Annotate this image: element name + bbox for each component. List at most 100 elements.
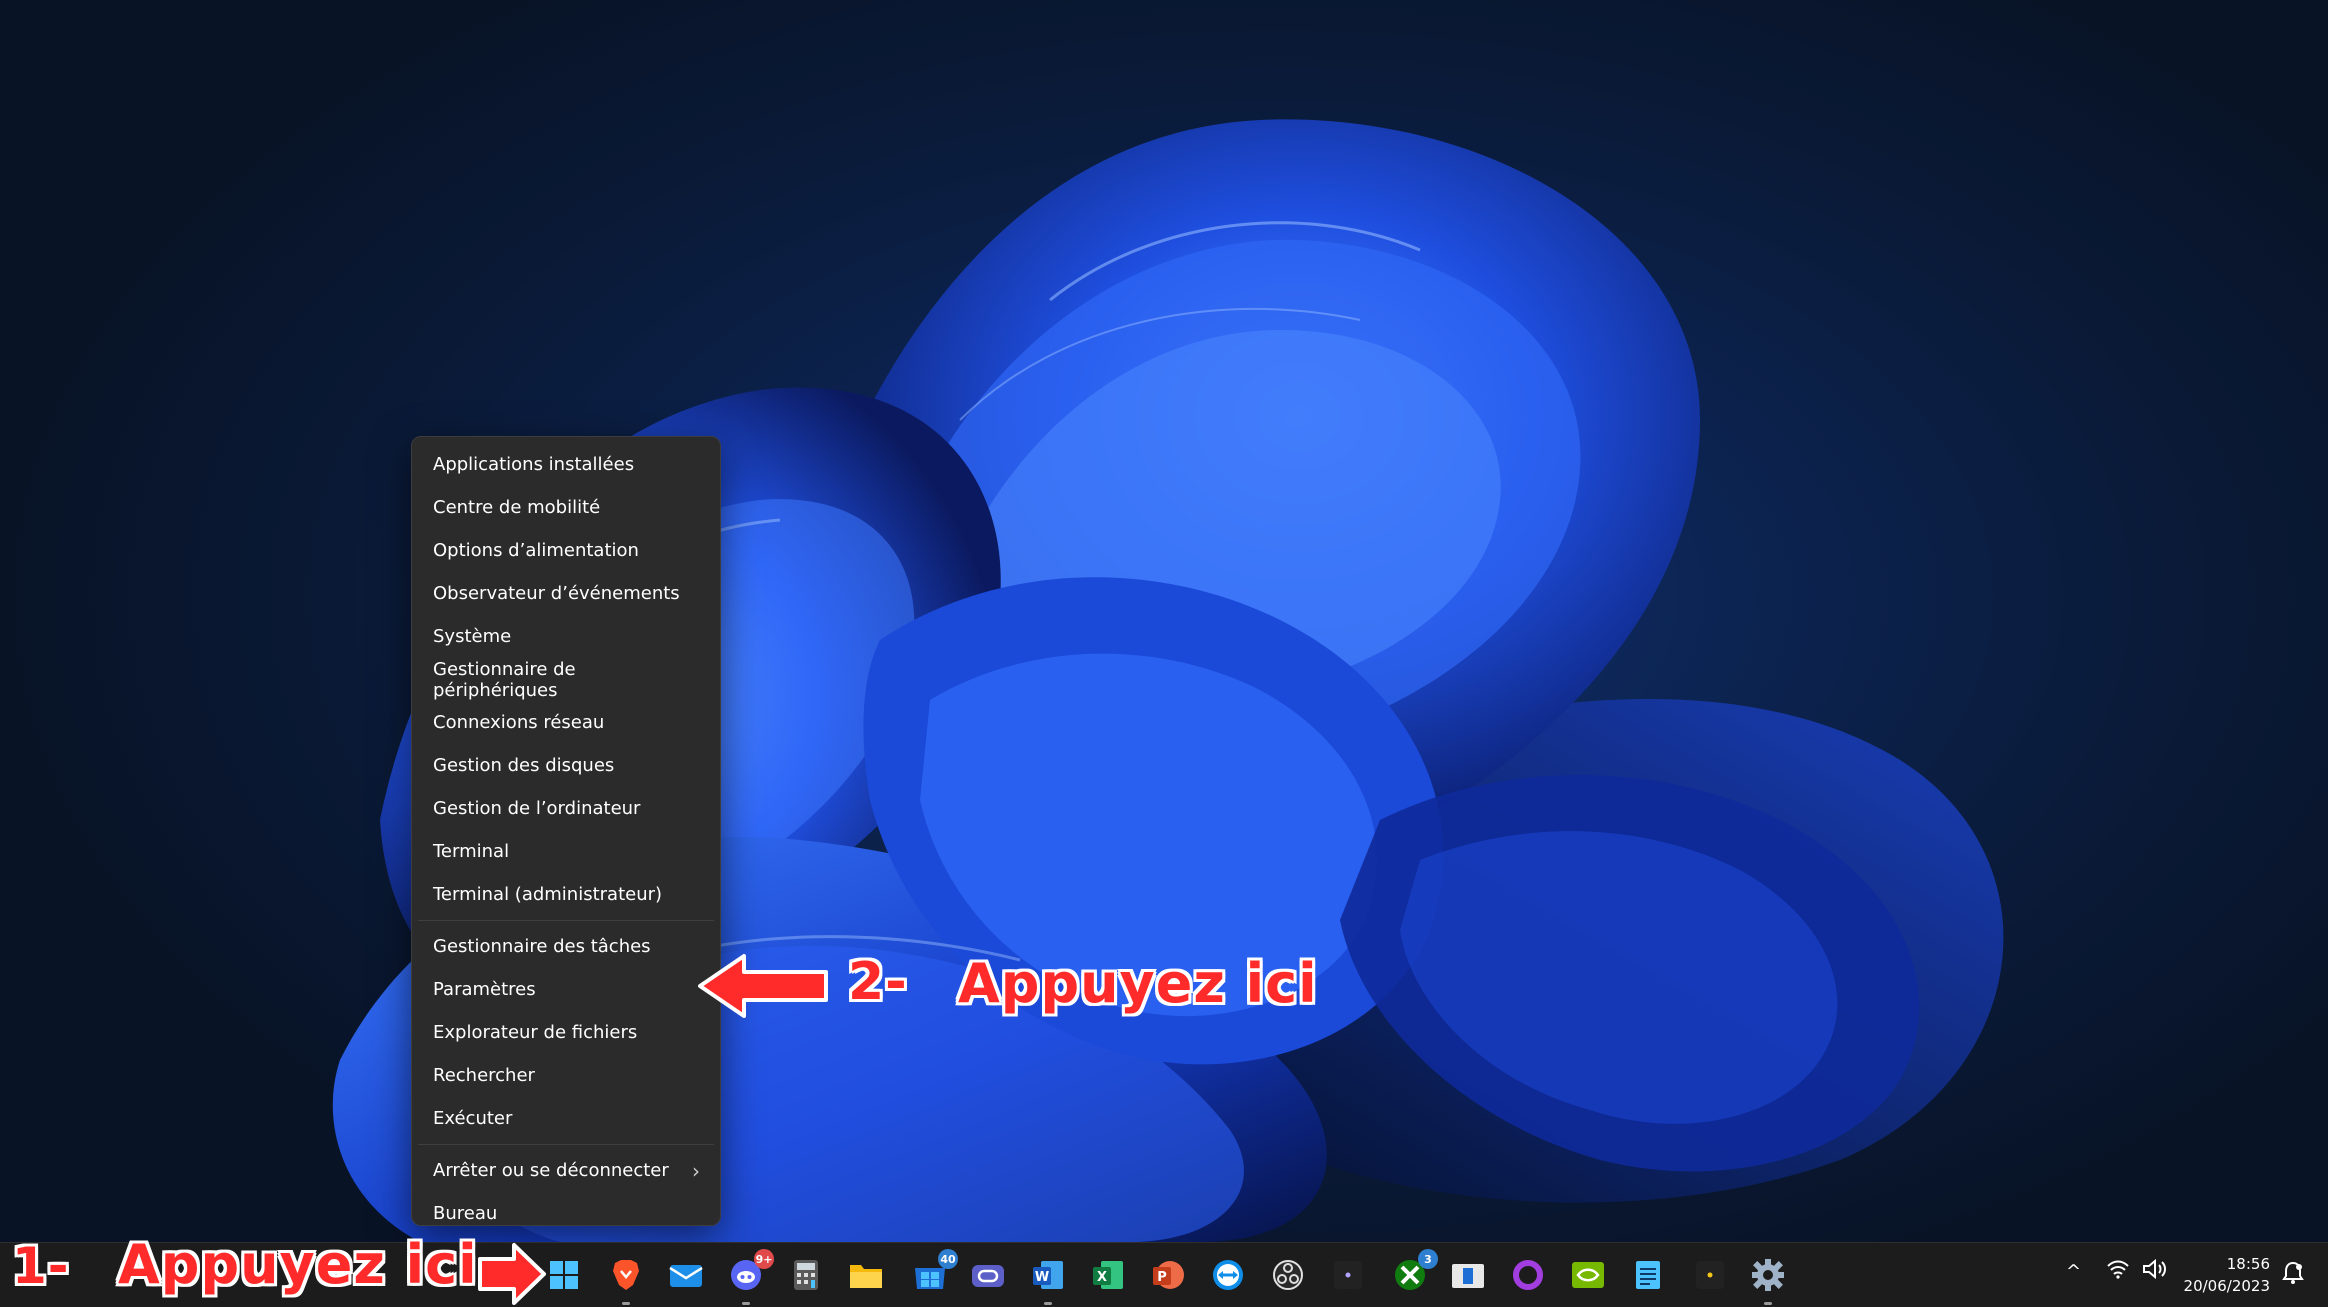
menu-item-label: Gestion de l’ordinateur xyxy=(433,798,641,819)
teamviewer-icon[interactable] xyxy=(1208,1255,1248,1295)
purple-ring-icon xyxy=(1513,1260,1543,1290)
menu-item-label: Terminal (administrateur) xyxy=(433,884,663,905)
show-hidden-icons-chevron-icon[interactable]: ^ xyxy=(2066,1261,2081,1282)
notification-badge: 40 xyxy=(938,1249,958,1269)
microsoft-store-icon[interactable]: 40 xyxy=(910,1249,958,1295)
obs-logo-icon xyxy=(1273,1260,1303,1290)
obs-icon[interactable] xyxy=(1268,1255,1308,1295)
menu-item-terminal-admin[interactable]: Terminal (administrateur) xyxy=(412,873,720,916)
mail-icon[interactable] xyxy=(666,1255,706,1295)
menu-item-file-explorer[interactable]: Explorateur de fichiers xyxy=(412,1011,720,1054)
small-dot-icon[interactable] xyxy=(1328,1255,1368,1295)
wifi-icon[interactable] xyxy=(2106,1259,2130,1284)
notepad-glyph-icon xyxy=(1636,1261,1660,1289)
envelope-icon xyxy=(669,1265,703,1287)
menu-group-power: Arrêter ou se déconnecter › Bureau xyxy=(412,1149,720,1235)
menu-item-installed-apps[interactable]: Applications installées xyxy=(412,443,720,486)
media-window-icon xyxy=(1452,1264,1484,1288)
taskbar: 1- Appuyez ici 9+ 40 W X P 3 ^ 18:56 20/… xyxy=(0,1233,2328,1307)
nvidia-logo-icon xyxy=(1572,1262,1604,1288)
calculator-icon[interactable] xyxy=(786,1255,826,1295)
cortana-ring-icon[interactable] xyxy=(1508,1255,1548,1295)
annotation-arrow-right-icon xyxy=(478,1243,546,1305)
windows-bloom-wallpaper xyxy=(332,119,2004,1242)
app-window-icon xyxy=(972,1265,1004,1287)
wifi-signal-icon xyxy=(2107,1260,2129,1279)
menu-item-power-options[interactable]: Options d’alimentation xyxy=(412,529,720,572)
svg-text:P: P xyxy=(1157,1270,1167,1285)
menu-separator xyxy=(418,920,714,921)
small-dot-icon-2[interactable] xyxy=(1690,1255,1730,1295)
windows-start-icon[interactable] xyxy=(544,1255,584,1295)
quick-link-context-menu: Applications installées Centre de mobili… xyxy=(411,436,721,1226)
annotation-arrow-left-icon xyxy=(698,954,828,1018)
running-indicator xyxy=(1044,1302,1052,1305)
xbox-icon[interactable]: 3 xyxy=(1390,1249,1438,1295)
menu-group-admin-tools: Applications installées Centre de mobili… xyxy=(412,443,720,916)
menu-item-task-manager[interactable]: Gestionnaire des tâches xyxy=(412,925,720,968)
dot-app-icon xyxy=(1334,1261,1362,1289)
menu-item-event-viewer[interactable]: Observateur d’événements xyxy=(412,572,720,615)
menu-item-label: Système xyxy=(433,626,512,647)
menu-item-device-manager[interactable]: Gestionnaire de périphériques xyxy=(412,658,720,701)
calculator-glyph-icon xyxy=(794,1260,818,1290)
running-indicator xyxy=(742,1302,750,1305)
svg-text:X: X xyxy=(1097,1270,1107,1285)
annotation-step2-text: Appuyez ici xyxy=(958,952,1318,1015)
menu-item-label: Exécuter xyxy=(433,1108,513,1129)
teamviewer-arrows-icon xyxy=(1213,1260,1243,1290)
word-icon[interactable]: W xyxy=(1028,1255,1068,1305)
excel-icon[interactable]: X xyxy=(1088,1255,1128,1295)
menu-item-network-connections[interactable]: Connexions réseau xyxy=(412,701,720,744)
settings-gear-icon[interactable] xyxy=(1748,1255,1788,1305)
menu-item-run[interactable]: Exécuter xyxy=(412,1097,720,1140)
notepad-icon[interactable] xyxy=(1628,1255,1668,1295)
menu-item-label: Centre de mobilité xyxy=(433,497,601,518)
discord-icon[interactable]: 9+ xyxy=(726,1249,774,1305)
menu-item-desktop[interactable]: Bureau xyxy=(412,1192,720,1235)
clock-date[interactable]: 20/06/2023 xyxy=(2184,1277,2270,1295)
notification-badge: 3 xyxy=(1418,1249,1438,1269)
brave-browser-icon[interactable] xyxy=(606,1255,646,1305)
brave-lion-icon xyxy=(613,1260,639,1290)
menu-item-label: Rechercher xyxy=(433,1065,535,1086)
menu-item-computer-management[interactable]: Gestion de l’ordinateur xyxy=(412,787,720,830)
menu-item-label: Options d’alimentation xyxy=(433,540,639,561)
menu-item-system[interactable]: Système xyxy=(412,615,720,658)
menu-item-terminal[interactable]: Terminal xyxy=(412,830,720,873)
powerpoint-icon[interactable]: P xyxy=(1148,1255,1188,1295)
menu-item-label: Bureau xyxy=(433,1203,498,1224)
windows-logo-icon xyxy=(550,1261,578,1289)
menu-item-label: Observateur d’événements xyxy=(433,583,680,604)
speaker-icon xyxy=(2143,1258,2166,1280)
nvidia-icon[interactable] xyxy=(1568,1255,1608,1295)
menu-item-label: Applications installées xyxy=(433,454,635,475)
menu-item-disk-management[interactable]: Gestion des disques xyxy=(412,744,720,787)
chevron-right-icon: › xyxy=(692,1158,700,1183)
menu-item-shutdown-signout[interactable]: Arrêter ou se déconnecter › xyxy=(412,1149,720,1192)
word-logo-icon: W xyxy=(1033,1261,1063,1289)
powerpoint-logo-icon: P xyxy=(1153,1261,1184,1289)
menu-item-label: Arrêter ou se déconnecter xyxy=(433,1160,669,1181)
annotation-step1-text: Appuyez ici xyxy=(118,1233,478,1296)
menu-separator xyxy=(418,1144,714,1145)
annotation-step1-number: 1- xyxy=(12,1237,70,1295)
menu-item-label: Paramètres xyxy=(433,979,536,1000)
menu-item-search[interactable]: Rechercher xyxy=(412,1054,720,1097)
dot-app-icon xyxy=(1696,1261,1724,1289)
app-icon[interactable] xyxy=(968,1255,1008,1295)
annotation-step2-number: 2- xyxy=(848,952,908,1012)
media-player-icon[interactable] xyxy=(1448,1255,1488,1295)
notification-bell-icon[interactable] xyxy=(2282,1261,2304,1290)
desktop: Applications installées Centre de mobili… xyxy=(0,0,2328,1242)
clock-time[interactable]: 18:56 xyxy=(2227,1255,2270,1273)
menu-item-label: Gestionnaire de périphériques xyxy=(433,658,576,701)
file-explorer-icon[interactable] xyxy=(846,1255,886,1295)
menu-item-settings[interactable]: Paramètres xyxy=(412,968,720,1011)
menu-item-label: Gestion des disques xyxy=(433,755,615,776)
volume-icon[interactable] xyxy=(2142,1258,2168,1284)
bell-icon xyxy=(2282,1261,2304,1284)
menu-group-common: Gestionnaire des tâches Paramètres Explo… xyxy=(412,925,720,1140)
menu-item-mobility-center[interactable]: Centre de mobilité xyxy=(412,486,720,529)
menu-item-label: Terminal xyxy=(433,841,510,862)
